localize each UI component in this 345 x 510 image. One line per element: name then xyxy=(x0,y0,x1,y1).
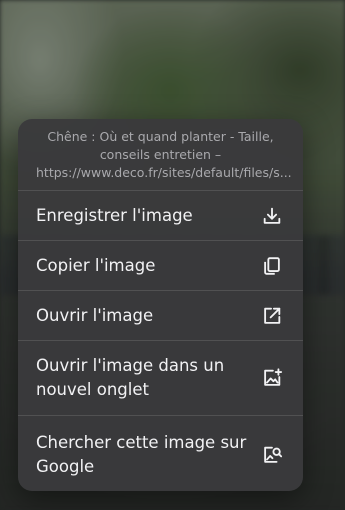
search-image-google-button[interactable]: Chercher cette image sur Google xyxy=(18,416,303,491)
copy-icon xyxy=(261,255,283,277)
open-image-new-tab-label: Ouvrir l'image dans un nouvel onglet xyxy=(36,356,225,399)
open-image-label: Ouvrir l'image xyxy=(36,305,154,325)
save-image-label: Enregistrer l'image xyxy=(36,205,193,225)
image-search-icon xyxy=(261,444,283,466)
download-icon xyxy=(261,205,283,227)
image-context-menu: Chêne : Où et quand planter - Taille, co… xyxy=(18,119,303,491)
search-image-google-label: Chercher cette image sur Google xyxy=(36,432,247,476)
copy-image-label: Copier l'image xyxy=(36,255,156,275)
open-external-icon xyxy=(261,305,283,327)
image-add-icon xyxy=(261,367,283,389)
copy-image-button[interactable]: Copier l'image xyxy=(18,241,303,291)
menu-header-title: Chêne : Où et quand planter - Taille, co… xyxy=(18,119,303,191)
save-image-button[interactable]: Enregistrer l'image xyxy=(18,191,303,241)
open-image-new-tab-button[interactable]: Ouvrir l'image dans un nouvel onglet xyxy=(18,341,303,416)
open-image-button[interactable]: Ouvrir l'image xyxy=(18,291,303,341)
